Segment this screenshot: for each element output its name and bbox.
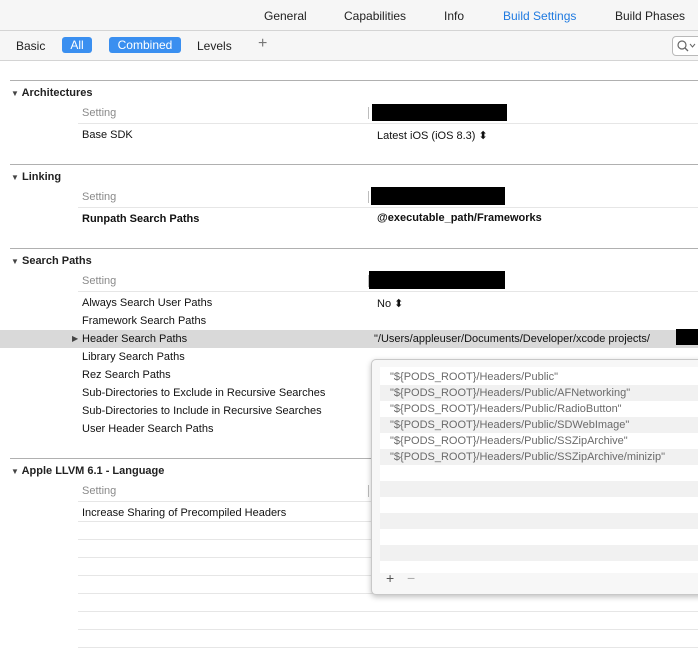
- filter-levels-button[interactable]: Levels: [197, 39, 232, 53]
- redacted-target-name: [372, 104, 507, 121]
- section-title: Architectures: [21, 87, 93, 99]
- path-list-item[interactable]: "${PODS_ROOT}/Headers/Public/RadioButton…: [390, 403, 622, 415]
- runpath-search-paths-value[interactable]: @executable_path/Frameworks: [377, 212, 542, 224]
- section-divider: [10, 80, 698, 81]
- always-search-user-paths-value[interactable]: No ⬍: [377, 297, 403, 310]
- setting-runpath-search-paths[interactable]: Runpath Search Paths: [82, 213, 199, 225]
- tab-info[interactable]: Info: [444, 9, 464, 23]
- filter-bar: [0, 31, 698, 61]
- column-divider: [368, 107, 369, 119]
- section-architectures[interactable]: ▼ Architectures: [11, 87, 93, 99]
- base-sdk-value[interactable]: Latest iOS (iOS 8.3) ⬍: [377, 129, 488, 142]
- setting-header-search-paths[interactable]: Header Search Paths: [82, 333, 187, 345]
- section-divider: [10, 164, 698, 165]
- section-linking[interactable]: ▼ Linking: [11, 171, 61, 183]
- section-search-paths[interactable]: ▼ Search Paths: [11, 255, 92, 267]
- path-list-item[interactable]: "${PODS_ROOT}/Headers/Public/AFNetworkin…: [390, 387, 630, 399]
- path-list-item[interactable]: "${PODS_ROOT}/Headers/Public/SDWebImage": [390, 419, 629, 431]
- tab-capabilities[interactable]: Capabilities: [344, 9, 406, 23]
- filter-combined-button[interactable]: Combined: [109, 37, 181, 53]
- section-title: Linking: [21, 171, 62, 183]
- setting-column-header: Setting: [82, 485, 117, 497]
- setting-user-header-search-paths[interactable]: User Header Search Paths: [82, 423, 213, 435]
- list-stripe: [380, 481, 698, 497]
- path-list-item[interactable]: "${PODS_ROOT}/Headers/Public/SSZipArchiv…: [390, 451, 665, 463]
- disclosure-expanded-icon: ▼: [11, 257, 19, 266]
- disclosure-collapsed-icon[interactable]: ▶: [72, 334, 78, 343]
- add-setting-button[interactable]: +: [258, 35, 267, 53]
- disclosure-expanded-icon: ▼: [11, 89, 19, 98]
- row-separator: [78, 207, 698, 208]
- tab-general[interactable]: General: [264, 9, 307, 23]
- section-title: Apple LLVM 6.1 - Language: [21, 465, 165, 477]
- setting-framework-search-paths[interactable]: Framework Search Paths: [82, 315, 206, 327]
- row-separator: [78, 291, 698, 292]
- filter-basic-button[interactable]: Basic: [16, 39, 45, 53]
- section-title: Search Paths: [21, 255, 92, 267]
- row-separator: [78, 611, 698, 612]
- list-stripe: [380, 545, 698, 561]
- redacted-path-part: [676, 329, 698, 345]
- row-separator: [78, 647, 698, 648]
- redacted-target-name: [369, 271, 505, 289]
- row-separator: [78, 123, 698, 124]
- column-divider: [368, 485, 369, 497]
- tab-build-phases[interactable]: Build Phases: [615, 9, 685, 23]
- setting-subdirs-exclude[interactable]: Sub-Directories to Exclude in Recursive …: [82, 387, 325, 399]
- section-divider: [10, 248, 698, 249]
- filter-all-button[interactable]: All: [62, 37, 92, 53]
- setting-increase-sharing-precompiled-headers[interactable]: Increase Sharing of Precompiled Headers: [82, 507, 286, 519]
- disclosure-expanded-icon: ▼: [11, 467, 19, 476]
- setting-base-sdk[interactable]: Base SDK: [82, 129, 133, 141]
- setting-library-search-paths[interactable]: Library Search Paths: [82, 351, 185, 363]
- path-list-item[interactable]: "${PODS_ROOT}/Headers/Public/SSZipArchiv…: [390, 435, 628, 447]
- setting-always-search-user-paths[interactable]: Always Search User Paths: [82, 297, 212, 309]
- tab-build-settings[interactable]: Build Settings: [503, 9, 576, 23]
- setting-column-header: Setting: [82, 107, 117, 119]
- disclosure-expanded-icon: ▼: [11, 173, 19, 182]
- setting-subdirs-include[interactable]: Sub-Directories to Include in Recursive …: [82, 405, 322, 417]
- setting-column-header: Setting: [82, 191, 117, 203]
- add-path-button[interactable]: +: [386, 570, 394, 586]
- row-separator: [78, 629, 698, 630]
- path-list-item[interactable]: "${PODS_ROOT}/Headers/Public": [390, 371, 558, 383]
- remove-path-button[interactable]: −: [407, 570, 415, 586]
- list-stripe: [380, 513, 698, 529]
- magnifier-icon: [677, 40, 696, 52]
- section-apple-llvm-language[interactable]: ▼ Apple LLVM 6.1 - Language: [11, 465, 164, 477]
- setting-column-header: Setting: [82, 275, 117, 287]
- search-field[interactable]: [672, 36, 698, 56]
- header-search-paths-value[interactable]: "/Users/appleuser/Documents/Developer/xc…: [374, 333, 650, 345]
- setting-rez-search-paths[interactable]: Rez Search Paths: [82, 369, 171, 381]
- column-divider: [368, 191, 369, 203]
- redacted-target-name: [371, 187, 505, 205]
